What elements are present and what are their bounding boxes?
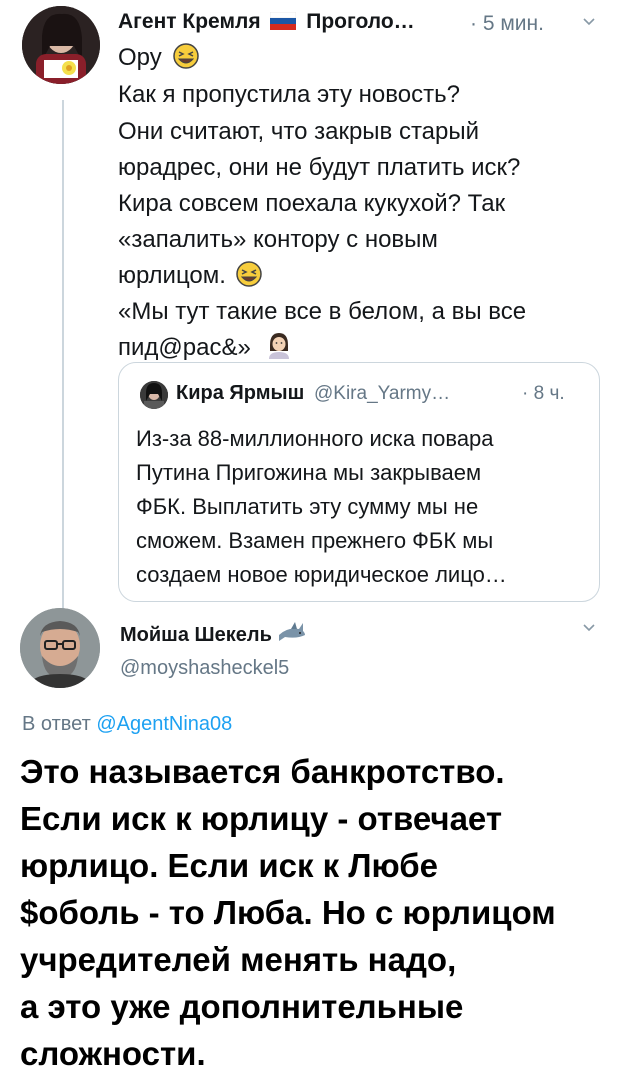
reply-text-line: Если иск к юрлицу - отвечает xyxy=(20,800,502,837)
reply-text-line: юрлицо. Если иск к Любе xyxy=(20,847,438,884)
tweet-text-line: Они считают, что закрыв старый xyxy=(118,118,480,145)
laughing-face-emoji xyxy=(173,43,200,69)
shark-emoji xyxy=(279,622,306,641)
tweet-time[interactable]: · 5 мин. xyxy=(470,12,544,36)
author-name-rest[interactable]: Проголо… xyxy=(306,10,414,33)
woman-emoji xyxy=(268,333,289,359)
reply-author-handle[interactable]: @moyshasheckel5 xyxy=(120,657,289,680)
reply-text-line: $оболь - то Люба. Но с юрлицом xyxy=(20,894,556,931)
russia-flag-icon xyxy=(270,12,297,30)
quoted-author-handle[interactable]: @Kira_Yarmy… xyxy=(314,383,450,405)
quoted-text-line: Путина Пригожина мы закрываем xyxy=(136,460,482,485)
quoted-text-line: ФБК. Выплатить эту сумму мы не xyxy=(136,494,479,519)
quoted-text-line: сможем. Взамен прежнего ФБК мы xyxy=(136,528,494,553)
author-name[interactable]: Агент Кремля Проголо… xyxy=(118,10,415,34)
tweet-text-line: Как я пропустила эту новость? xyxy=(118,81,460,108)
reply-text-line: учредителей менять надо, xyxy=(20,941,457,978)
author-avatar[interactable] xyxy=(22,6,100,84)
thread-connector-line xyxy=(62,100,64,612)
quoted-text-line: создаем новое юридическое лицо… xyxy=(136,562,507,587)
tweet-text-line: пид@рас&» xyxy=(118,330,292,365)
avatar-photo-icon xyxy=(140,381,168,409)
quoted-tweet-time[interactable]: · 8 ч. xyxy=(522,383,565,405)
avatar-photo-icon xyxy=(22,6,100,84)
reply-text-line: Это называется банкротство. xyxy=(20,753,505,790)
reply-author-avatar[interactable] xyxy=(20,608,100,688)
avatar-photo-icon xyxy=(20,608,100,688)
author-name-text[interactable]: Агент Кремля xyxy=(118,10,261,33)
reply-to-link[interactable]: @AgentNina08 xyxy=(96,713,232,735)
tweet-time-text[interactable]: 5 мин. xyxy=(483,12,544,35)
reply-text-line: сложности. xyxy=(20,1035,206,1072)
chevron-down-icon[interactable] xyxy=(583,622,595,634)
quoted-text-line: Из-за 88-миллионного иска повара xyxy=(136,426,494,451)
reply-author-name[interactable]: Мойша Шекель xyxy=(120,621,307,647)
tweet-text-line: «Мы тут такие все в белом, а вы все xyxy=(118,298,527,325)
tweet-text-line: Ору xyxy=(118,40,200,75)
tweet-text-line: юрадрес, они не будут платить иск? xyxy=(118,154,521,181)
quoted-author-avatar[interactable] xyxy=(140,381,168,409)
tweet-text-line: «запалить» контору с новым xyxy=(118,226,438,253)
tweet-text-line: Кира совсем поехала кукухой? Так xyxy=(118,190,506,217)
tweet-text-line: юрлицом. xyxy=(118,258,263,293)
chevron-down-icon[interactable] xyxy=(583,16,595,28)
reply-text-line: а это уже дополнительные xyxy=(20,988,464,1025)
laughing-face-emoji xyxy=(235,261,262,287)
quoted-author-name[interactable]: Кира Ярмыш xyxy=(176,382,304,405)
reply-context: В ответ @AgentNina08 xyxy=(22,713,233,735)
